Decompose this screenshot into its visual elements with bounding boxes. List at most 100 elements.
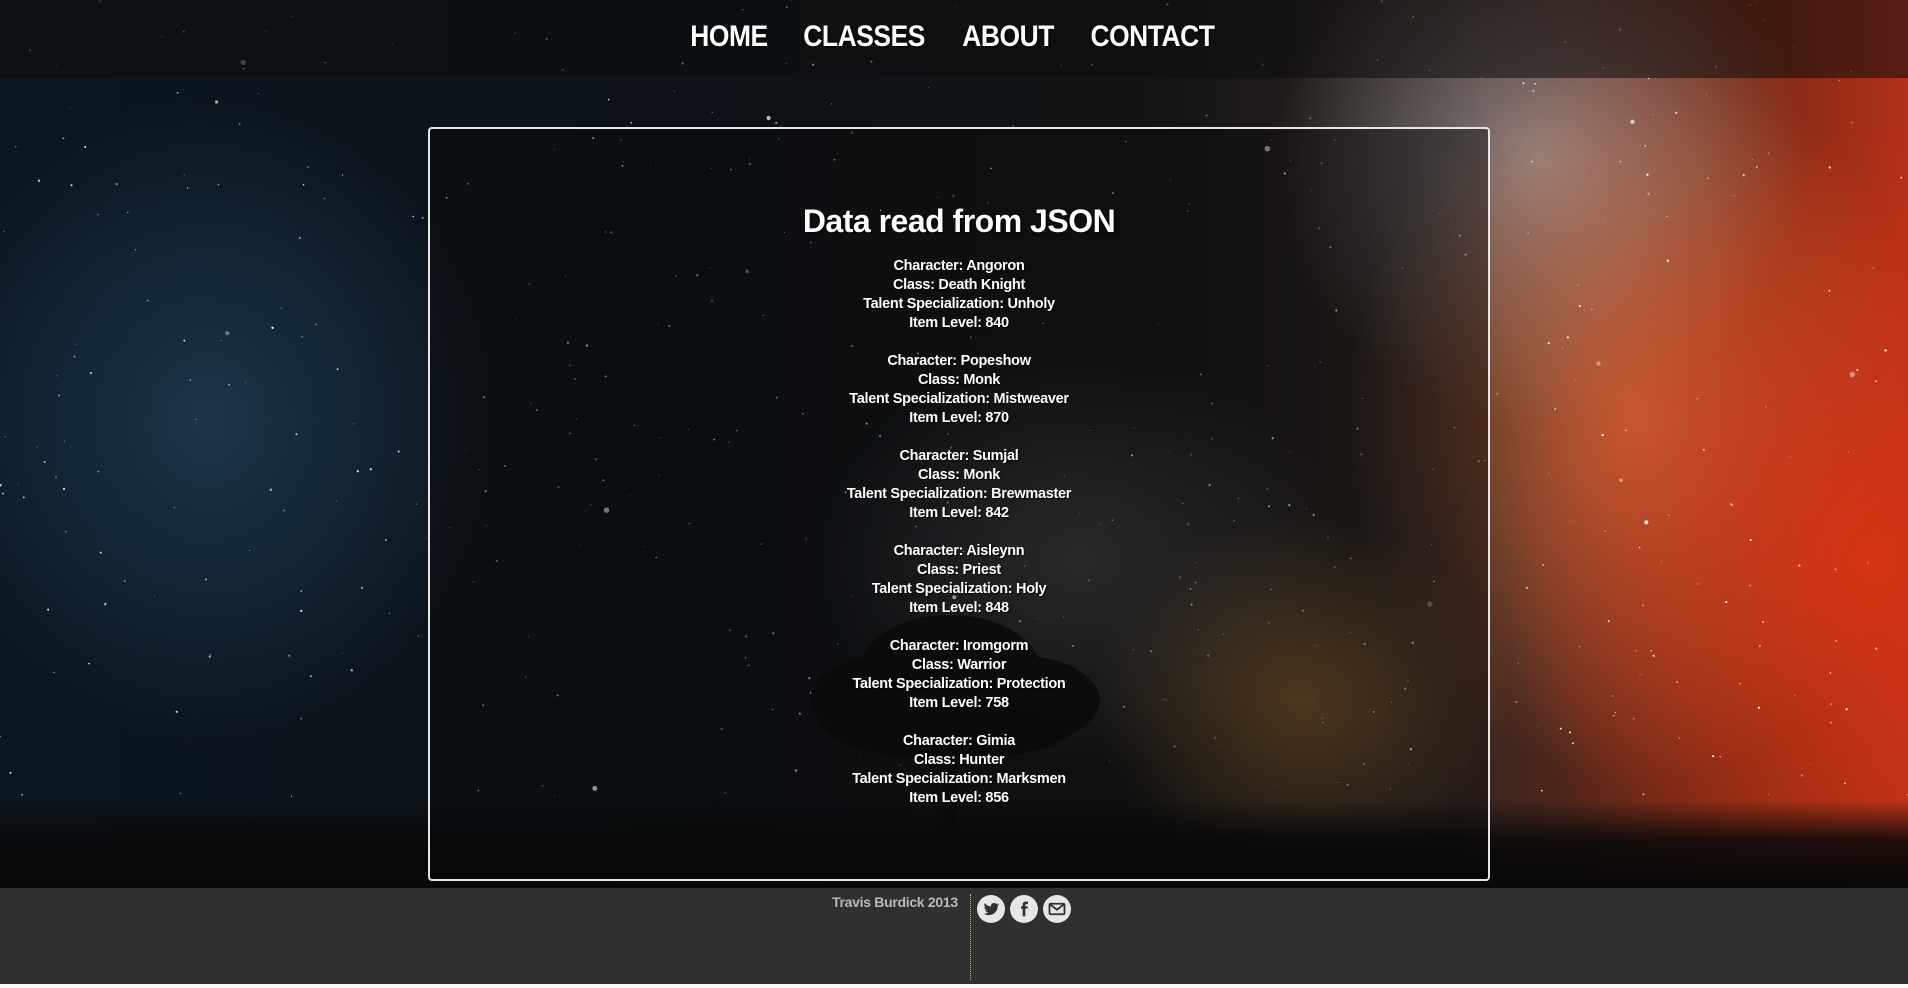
star — [1798, 564, 1801, 567]
star — [1607, 620, 1610, 622]
star — [1583, 309, 1585, 311]
star — [179, 792, 182, 795]
star — [1759, 645, 1761, 647]
star — [74, 344, 76, 345]
star — [176, 91, 179, 94]
star — [350, 669, 353, 672]
star — [1632, 717, 1635, 720]
star — [1789, 456, 1791, 458]
star — [630, 122, 632, 124]
star — [4, 436, 6, 438]
star — [1652, 654, 1655, 657]
star — [55, 476, 57, 478]
star — [1696, 398, 1698, 400]
star — [64, 530, 67, 533]
star — [1205, 114, 1208, 117]
star — [385, 539, 387, 541]
star — [300, 609, 303, 613]
star — [298, 237, 301, 240]
star — [1762, 621, 1764, 623]
star — [1800, 774, 1804, 777]
star — [1666, 259, 1669, 262]
star — [63, 440, 65, 442]
star — [1635, 650, 1637, 652]
star — [1696, 583, 1699, 585]
star — [1675, 111, 1678, 114]
star — [1845, 708, 1848, 711]
star — [1561, 347, 1563, 349]
nav-classes[interactable]: CLASSES — [804, 20, 926, 54]
nav-home[interactable]: HOME — [691, 20, 769, 54]
star — [209, 654, 212, 656]
star — [1619, 160, 1622, 163]
star — [73, 355, 76, 358]
star — [1604, 530, 1606, 532]
star — [1856, 368, 1859, 371]
character-name: Character: Gimia — [902, 733, 1016, 749]
star — [238, 123, 241, 125]
star — [300, 590, 303, 592]
star — [1644, 144, 1647, 147]
star — [412, 215, 415, 218]
character-class: Class: Priest — [917, 562, 1001, 578]
star — [1309, 117, 1312, 119]
star — [183, 339, 186, 342]
star — [1547, 342, 1550, 345]
character-class: Class: Monk — [917, 372, 1001, 388]
star — [187, 187, 189, 189]
star — [341, 652, 343, 654]
character-spec: Talent Specialization: Protection — [852, 676, 1066, 692]
star — [1794, 695, 1796, 697]
star — [70, 184, 73, 187]
character-name: Character: Angoron — [893, 258, 1025, 274]
character-record: Character: Iromgorm Class: Warrior Talen… — [430, 637, 1488, 713]
page-bottom-edge — [0, 984, 1908, 988]
star — [673, 90, 675, 92]
star — [1540, 789, 1543, 792]
character-record: Character: Gimia Class: Hunter Talent Sp… — [430, 732, 1488, 808]
character-spec: Talent Specialization: Brewmaster — [846, 486, 1072, 502]
nav-about[interactable]: ABOUT — [962, 20, 1054, 54]
footer: Travis Burdick 2013 — [0, 888, 1908, 988]
character-item-level: Item Level: 848 — [909, 600, 1009, 616]
star — [58, 394, 60, 397]
star — [97, 213, 99, 216]
star — [88, 662, 90, 665]
character-record: Character: Sumjal Class: Monk Talent Spe… — [430, 447, 1488, 523]
star — [269, 488, 273, 491]
star — [189, 379, 192, 381]
star — [1676, 681, 1678, 683]
star — [336, 500, 338, 502]
mail-icon[interactable] — [1043, 895, 1071, 923]
star — [1636, 151, 1638, 153]
star — [1835, 639, 1838, 642]
star — [1809, 763, 1811, 765]
star — [1768, 793, 1770, 795]
star — [56, 375, 58, 377]
twitter-icon[interactable] — [977, 895, 1005, 923]
star — [775, 121, 778, 125]
character-item-level: Item Level: 842 — [909, 505, 1009, 521]
star — [1884, 349, 1887, 352]
star — [1712, 755, 1715, 758]
star — [1829, 671, 1832, 674]
star — [1706, 177, 1709, 180]
star — [175, 710, 178, 713]
star — [1834, 568, 1837, 571]
star — [173, 506, 176, 509]
star — [9, 771, 12, 774]
facebook-icon[interactable] — [1010, 895, 1038, 923]
character-class: Class: Hunter — [913, 752, 1005, 768]
star — [1739, 683, 1741, 685]
star — [1642, 793, 1645, 796]
star — [1542, 563, 1545, 566]
star — [146, 299, 149, 302]
star — [1575, 379, 1577, 381]
star — [324, 197, 326, 200]
star — [99, 551, 102, 554]
star — [1571, 742, 1574, 745]
star — [1522, 82, 1525, 85]
star — [300, 718, 302, 720]
nav-contact[interactable]: CONTACT — [1090, 20, 1214, 54]
star — [1748, 584, 1751, 587]
